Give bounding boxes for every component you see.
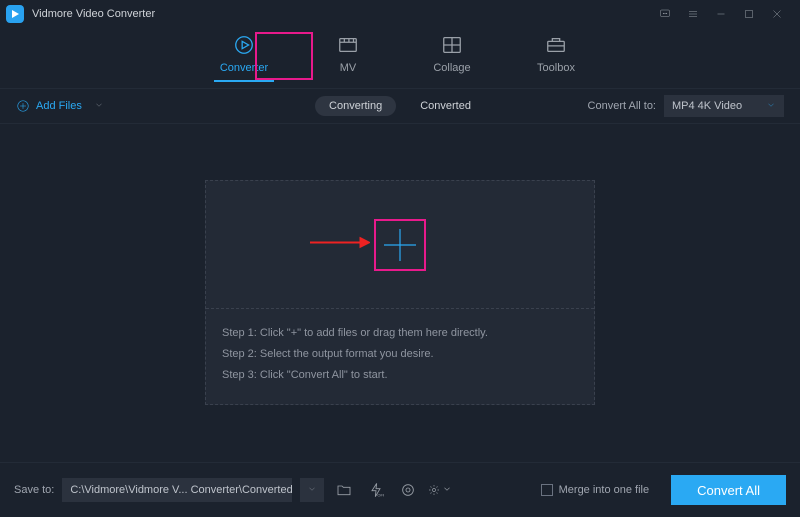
convert-all-button[interactable]: Convert All bbox=[671, 475, 786, 505]
bottom-bar: Save to: C:\Vidmore\Vidmore V... Convert… bbox=[0, 462, 800, 517]
output-format-value: MP4 4K Video bbox=[672, 100, 742, 112]
minimize-icon[interactable] bbox=[714, 7, 728, 21]
plus-circle-icon bbox=[16, 99, 30, 113]
add-files-label: Add Files bbox=[36, 100, 82, 112]
tab-converted[interactable]: Converted bbox=[406, 96, 485, 116]
app-logo bbox=[6, 5, 24, 23]
main-area: Step 1: Click "+" to add files or drag t… bbox=[0, 122, 800, 462]
sub-toolbar: Add Files Converting Converted Convert A… bbox=[0, 88, 800, 124]
tab-collage[interactable]: Collage bbox=[422, 34, 482, 82]
tab-mv[interactable]: MV bbox=[318, 34, 378, 82]
save-path-display[interactable]: C:\Vidmore\Vidmore V... Converter\Conver… bbox=[62, 478, 292, 502]
svg-text:OFF: OFF bbox=[378, 493, 385, 498]
convert-all-to-label: Convert All to: bbox=[588, 100, 656, 112]
annotation-arrow bbox=[310, 235, 370, 254]
chevron-down-icon bbox=[307, 484, 317, 497]
tab-converter[interactable]: Converter bbox=[214, 34, 274, 82]
titlebar: Vidmore Video Converter bbox=[0, 0, 800, 28]
tab-toolbox[interactable]: Toolbox bbox=[526, 34, 586, 82]
titlebar-controls bbox=[658, 7, 794, 21]
mv-icon bbox=[337, 34, 359, 56]
maximize-icon[interactable] bbox=[742, 7, 756, 21]
tab-converting[interactable]: Converting bbox=[315, 96, 396, 116]
step-2-text: Step 2: Select the output format you des… bbox=[222, 344, 578, 365]
add-files-button[interactable]: Add Files bbox=[16, 99, 104, 113]
tab-label: Converter bbox=[220, 62, 268, 74]
add-files-plus-button[interactable] bbox=[374, 219, 426, 271]
hamburger-menu-icon[interactable] bbox=[686, 7, 700, 21]
merge-checkbox[interactable]: Merge into one file bbox=[541, 484, 650, 496]
save-to-label: Save to: bbox=[14, 484, 54, 496]
converter-icon bbox=[233, 34, 255, 56]
tab-label: MV bbox=[340, 62, 357, 74]
close-icon[interactable] bbox=[770, 7, 784, 21]
tab-label: Toolbox bbox=[537, 62, 575, 74]
dropzone-instructions: Step 1: Click "+" to add files or drag t… bbox=[206, 309, 594, 404]
step-3-text: Step 3: Click "Convert All" to start. bbox=[222, 365, 578, 386]
dropzone[interactable]: Step 1: Click "+" to add files or drag t… bbox=[205, 180, 595, 405]
chevron-down-icon bbox=[766, 100, 776, 113]
output-format-select[interactable]: MP4 4K Video bbox=[664, 95, 784, 117]
app-title: Vidmore Video Converter bbox=[32, 8, 155, 20]
chevron-down-icon bbox=[442, 484, 452, 497]
merge-label: Merge into one file bbox=[559, 484, 650, 496]
chevron-down-icon bbox=[94, 100, 104, 113]
high-speed-button[interactable] bbox=[396, 478, 420, 502]
hardware-accel-button[interactable]: OFF bbox=[364, 478, 388, 502]
collage-icon bbox=[441, 34, 463, 56]
dropzone-top bbox=[206, 181, 594, 309]
tab-label: Collage bbox=[433, 62, 470, 74]
toolbox-icon bbox=[545, 34, 567, 56]
settings-button[interactable] bbox=[428, 478, 452, 502]
feedback-icon[interactable] bbox=[658, 7, 672, 21]
step-1-text: Step 1: Click "+" to add files or drag t… bbox=[222, 323, 578, 344]
checkbox-icon bbox=[541, 484, 553, 496]
plus-icon bbox=[380, 225, 420, 265]
save-path-dropdown[interactable] bbox=[300, 478, 324, 502]
open-folder-button[interactable] bbox=[332, 478, 356, 502]
main-tabs: Converter MV Collage Toolbox bbox=[0, 28, 800, 88]
